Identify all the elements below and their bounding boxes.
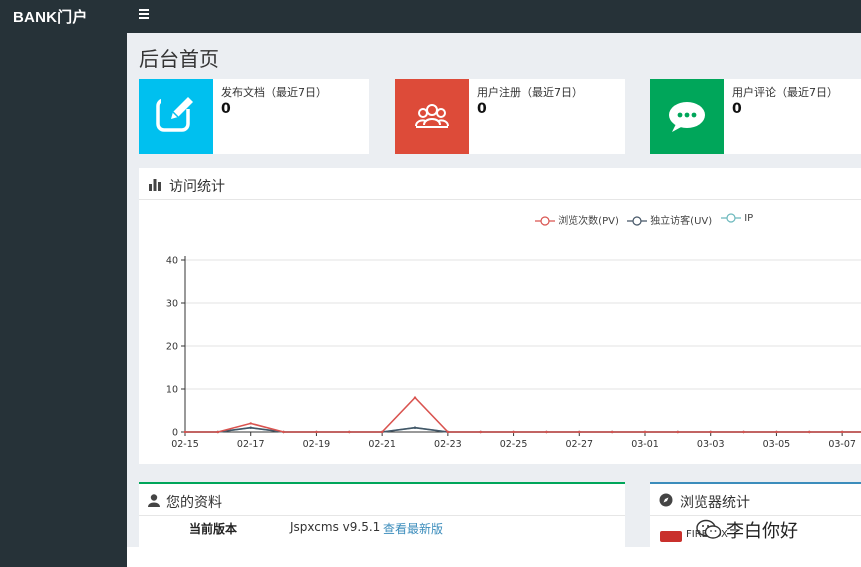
x-tick-label: 02-15 <box>171 439 199 450</box>
data-point <box>249 422 252 425</box>
sidebar <box>0 33 127 567</box>
data-point <box>315 430 318 434</box>
watermark-text: 李白你好 <box>726 521 798 542</box>
data-point <box>348 430 351 434</box>
x-tick-label: 02-19 <box>303 439 331 450</box>
profile-panel-header: 您的资料 <box>139 484 625 516</box>
stat-icon-box <box>395 79 469 154</box>
data-point <box>249 426 252 429</box>
data-point <box>610 430 614 434</box>
brand-logo[interactable]: BANK门户 <box>13 6 88 27</box>
data-point <box>676 430 680 434</box>
menu-toggle-icon[interactable] <box>134 4 154 24</box>
app-window: BANK门户 后台首页 发布文档（最近7日） 0 用户注册（最近7日） 0 用户… <box>0 0 861 567</box>
users-icon <box>415 104 449 128</box>
data-point <box>775 430 778 434</box>
x-tick-label: 02-25 <box>500 439 528 450</box>
data-point <box>709 430 712 434</box>
data-point <box>808 430 811 434</box>
main-content: 后台首页 发布文档（最近7日） 0 用户注册（最近7日） 0 用户评论（最近7日… <box>127 33 861 547</box>
compass-icon <box>659 493 673 507</box>
data-point <box>578 430 581 434</box>
stat-label: 用户注册（最近7日） <box>477 86 583 99</box>
stat-label: 用户评论（最近7日） <box>732 86 838 99</box>
check-update-link[interactable]: 查看最新版 <box>383 520 443 537</box>
browser-panel-header: 浏览器统计 <box>650 484 861 516</box>
y-tick-label: 0 <box>172 428 178 439</box>
page-title: 后台首页 <box>139 47 219 71</box>
data-point <box>545 430 548 434</box>
x-tick-label: 03-01 <box>631 439 659 450</box>
comment-icon <box>669 102 705 132</box>
data-point <box>413 396 417 399</box>
stat-label: 发布文档（最近7日） <box>221 86 327 99</box>
watermark: 李白你好 <box>696 517 798 543</box>
x-tick-label: 03-07 <box>828 439 856 450</box>
data-point <box>380 430 384 434</box>
stat-icon-box <box>139 79 213 154</box>
x-tick-label: 02-23 <box>434 439 462 450</box>
stat-card-comments: 用户评论（最近7日） 0 <box>650 79 861 154</box>
y-tick-label: 10 <box>166 385 178 396</box>
x-tick-label: 02-27 <box>565 439 593 450</box>
data-point <box>282 430 285 434</box>
wechat-icon <box>696 519 722 539</box>
data-point <box>643 430 647 434</box>
version-label: 当前版本 <box>189 522 238 536</box>
stat-value: 0 <box>221 101 231 117</box>
version-value: Jspxcms v9.5.1 <box>290 520 381 534</box>
stat-value: 0 <box>477 101 487 117</box>
profile-panel: 您的资料 当前版本 Jspxcms v9.5.1 查看最新版 <box>139 482 625 547</box>
y-tick-label: 20 <box>166 342 178 353</box>
stat-icon-box <box>650 79 724 154</box>
edit-icon <box>156 95 193 132</box>
stat-value: 0 <box>732 101 742 117</box>
browser-panel-title: 浏览器统计 <box>680 495 750 511</box>
data-point <box>479 430 482 434</box>
footer-strip <box>127 547 861 567</box>
stat-card-registrations: 用户注册（最近7日） 0 <box>395 79 625 154</box>
visits-panel: 访问统计 浏览次数(PV) 独立访客(UV) IP 0 10 20 30 40 02-15… <box>139 168 861 464</box>
series-line-pv <box>185 396 861 433</box>
y-tick-label: 40 <box>166 256 178 267</box>
x-tick-label: 02-21 <box>368 439 396 450</box>
data-point <box>512 430 515 434</box>
profile-panel-title: 您的资料 <box>166 495 222 511</box>
data-point <box>183 430 187 434</box>
visits-line-chart: 0 10 20 30 40 02-15 02-17 02-19 02-21 02-23 02-25 0… <box>166 256 861 450</box>
stat-card-documents: 发布文档（最近7日） 0 <box>139 79 369 154</box>
x-tick-label: 03-03 <box>697 439 725 450</box>
browser-legend-swatch <box>660 531 682 542</box>
top-bar: BANK门户 <box>0 0 861 33</box>
data-point <box>840 430 844 434</box>
data-point <box>216 430 220 434</box>
user-icon <box>148 494 160 507</box>
data-point <box>413 426 417 429</box>
data-point <box>446 430 450 434</box>
x-tick-label: 03-05 <box>763 439 791 450</box>
data-point <box>742 430 745 434</box>
y-tick-label: 30 <box>166 299 178 310</box>
x-tick-label: 02-17 <box>237 439 265 450</box>
